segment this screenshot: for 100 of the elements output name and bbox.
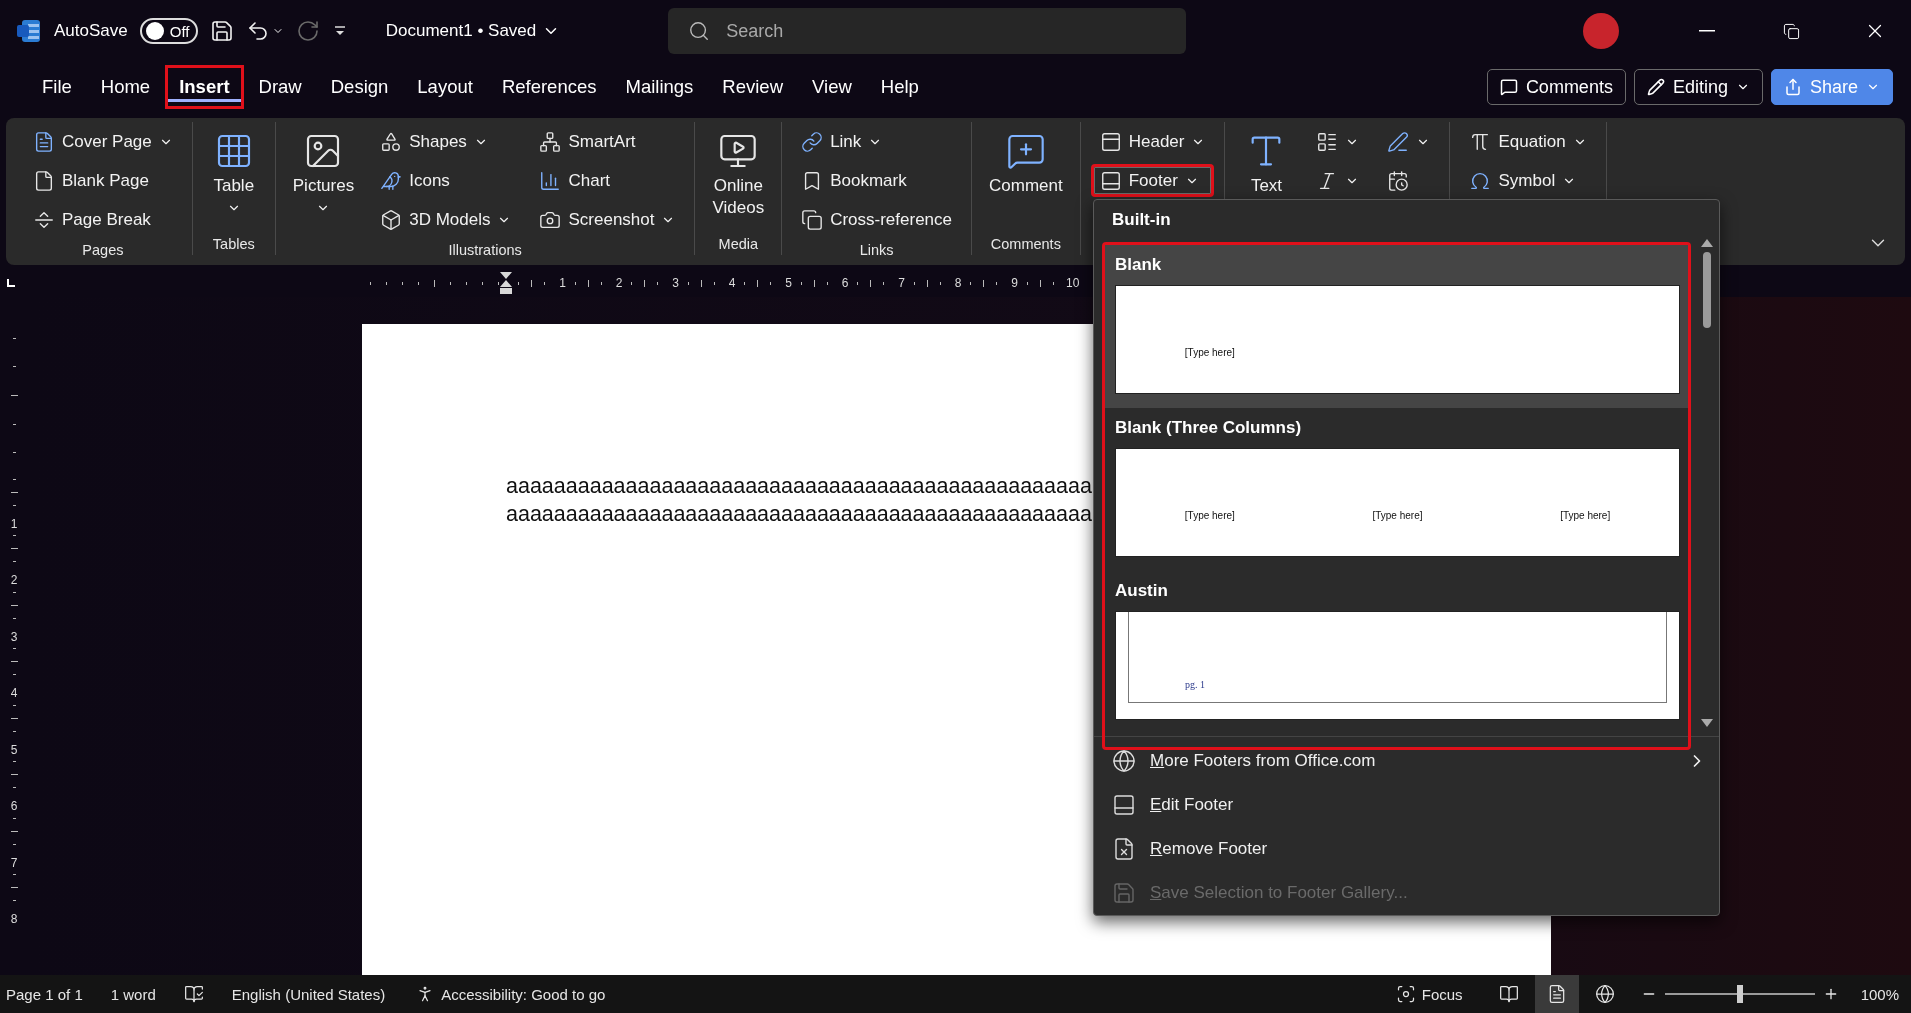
- ribbon-tab[interactable]: Mailings: [611, 65, 708, 109]
- ruler-number: 4: [10, 687, 18, 699]
- ruler-number: 6: [840, 276, 850, 290]
- group-label: Illustrations: [447, 241, 523, 260]
- ribbon-button[interactable]: SmartArt: [530, 125, 685, 158]
- ribbon-button[interactable]: Cover Page: [24, 125, 182, 158]
- ruler-number: 5: [784, 276, 793, 290]
- ribbon-tab[interactable]: File: [28, 65, 86, 109]
- save-icon[interactable]: [209, 19, 234, 43]
- ribbon-button[interactable]: Link: [792, 125, 961, 158]
- group-label: Pages: [81, 241, 125, 260]
- date-time-icon: [1387, 169, 1410, 192]
- ribbon-tab[interactable]: Design: [316, 65, 403, 109]
- search-field[interactable]: Search: [668, 8, 1187, 54]
- ribbon-button[interactable]: Text: [1235, 122, 1298, 206]
- page-icon: [33, 169, 55, 192]
- ribbon-button[interactable]: 3D Models: [371, 203, 521, 236]
- focus-icon: [1395, 984, 1416, 1004]
- autosave-toggle[interactable]: Off: [139, 18, 198, 44]
- ruler-number: 7: [897, 276, 906, 290]
- menu-item[interactable]: Remove Footer: [1094, 827, 1719, 871]
- ruler-number: 3: [10, 630, 18, 643]
- book-icon: [1498, 984, 1519, 1004]
- ribbon-button[interactable]: Icons: [371, 164, 521, 197]
- scroll-up-icon[interactable]: [1700, 238, 1714, 248]
- scroll-thumb[interactable]: [1703, 252, 1711, 328]
- diagram-icon: [539, 130, 562, 153]
- signature-icon: [1387, 130, 1410, 153]
- placeholder-text: [Type here]: [1560, 510, 1611, 521]
- ribbon-tab[interactable]: Help: [866, 65, 933, 109]
- menu-item[interactable]: More Footers from Office.com: [1094, 739, 1719, 783]
- ribbon-tab[interactable]: Review: [708, 65, 797, 109]
- group-label: Links: [858, 241, 895, 260]
- ruler-number: 8: [10, 913, 18, 925]
- ribbon-tab[interactable]: Insert: [165, 65, 244, 109]
- chart-icon: [539, 169, 562, 192]
- ribbon-tab[interactable]: Home: [86, 65, 165, 109]
- globe-icon: [1594, 984, 1615, 1004]
- footer-icon: [1112, 793, 1136, 817]
- language-status[interactable]: English (United States): [231, 985, 386, 1003]
- ruler-number: 9: [1010, 276, 1019, 290]
- ruler-number: 1: [10, 517, 18, 530]
- search-icon: [688, 20, 711, 42]
- page-number-text: pg. 1: [1185, 679, 1205, 690]
- ribbon-button[interactable]: Page Break: [24, 203, 182, 236]
- minimize-icon: [1699, 30, 1715, 32]
- proofing-icon[interactable]: [183, 984, 204, 1004]
- header-icon: [1099, 130, 1122, 153]
- focus-button[interactable]: Focus: [1393, 982, 1465, 1006]
- ribbon-tab[interactable]: References: [487, 65, 611, 109]
- ribbon-button[interactable]: Bookmark: [792, 164, 961, 197]
- scroll-down-icon[interactable]: [1700, 718, 1714, 728]
- ribbon-button[interactable]: Table: [202, 122, 265, 224]
- ribbon-button[interactable]: Shapes: [371, 125, 521, 158]
- tab-stop-icon[interactable]: [6, 278, 16, 288]
- ribbon-tab[interactable]: Layout: [403, 65, 487, 109]
- ribbon-tab[interactable]: View: [798, 65, 866, 109]
- zoom-level[interactable]: 100%: [1860, 985, 1899, 1003]
- ribbon-button[interactable]: Comment: [982, 122, 1070, 206]
- ruler-number: 5: [10, 743, 18, 756]
- avatar[interactable]: [1583, 13, 1619, 49]
- mode-button[interactable]: Editing: [1633, 69, 1763, 105]
- page-count[interactable]: Page 1 of 1: [6, 985, 83, 1003]
- comments-button[interactable]: Comments: [1486, 69, 1626, 105]
- indent-marker[interactable]: [498, 271, 514, 295]
- ribbon-button[interactable]: Cross-reference: [792, 203, 961, 236]
- gallery-item[interactable]: Blank (Three Columns) [Type here] [Type here] [Type here]: [1105, 408, 1688, 571]
- comment-icon: [1499, 78, 1518, 96]
- quick-parts-icon: [1316, 130, 1339, 153]
- ruler-number: 7: [10, 856, 18, 869]
- ribbon-button[interactable]: Blank Page: [24, 164, 182, 197]
- print-layout-button[interactable]: [1534, 975, 1579, 1013]
- document-title[interactable]: Document1 • Saved: [379, 20, 567, 42]
- share-icon: [1783, 78, 1802, 96]
- ruler-number: 2: [10, 574, 18, 586]
- ribbon-button[interactable]: Chart: [530, 164, 685, 197]
- document-text: aaaaaaaaaaaaaaaaaaaaaaaaaaaaaaaaaaaaaaaaaaaaaaaaa: [506, 501, 1092, 528]
- gallery-item[interactable]: Blank [Type here]: [1105, 245, 1688, 408]
- share-button[interactable]: Share: [1770, 69, 1893, 105]
- redo-icon[interactable]: [295, 19, 320, 43]
- pencil-icon: [1646, 78, 1665, 96]
- word-count[interactable]: 1 word: [110, 985, 156, 1003]
- ruler-number: 3: [671, 276, 680, 290]
- footer-icon: [1099, 169, 1122, 192]
- ribbon-tab[interactable]: Draw: [244, 65, 316, 109]
- restore-icon: [1782, 22, 1800, 40]
- ribbon-button[interactable]: Pictures: [285, 122, 362, 224]
- ruler-number: 2: [614, 276, 624, 290]
- ribbon-button[interactable]: Online Videos: [705, 122, 772, 228]
- ribbon-button[interactable]: Equation: [1460, 125, 1596, 158]
- cross-reference-icon: [801, 208, 824, 231]
- ribbon-button[interactable]: Header: [1090, 125, 1215, 158]
- ribbon-button[interactable]: Screenshot: [530, 203, 685, 236]
- gallery-item[interactable]: Austin pg. 1: [1105, 571, 1688, 734]
- app-icon[interactable]: [16, 18, 42, 44]
- accessibility-status[interactable]: Accessibility: Good to go: [413, 982, 608, 1006]
- ribbon-button[interactable]: Symbol: [1460, 164, 1596, 197]
- menu-item[interactable]: Edit Footer: [1094, 783, 1719, 827]
- ribbon-button[interactable]: Footer: [1090, 164, 1215, 197]
- gallery-item-title: Blank (Three Columns): [1115, 417, 1303, 439]
